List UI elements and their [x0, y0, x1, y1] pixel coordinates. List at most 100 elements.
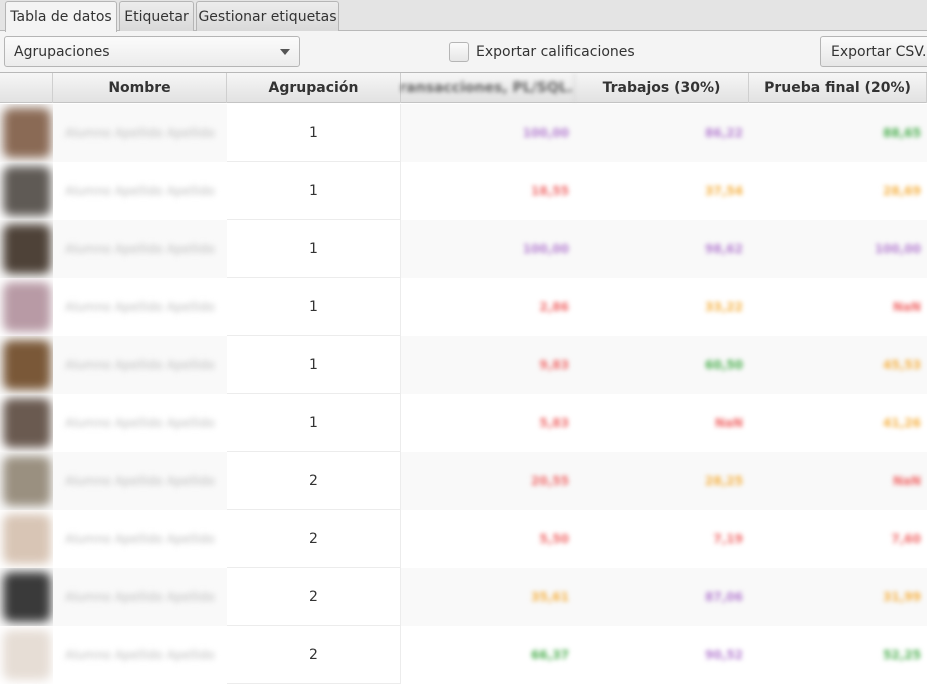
group-cell: 2 [227, 510, 401, 568]
avatar [3, 456, 51, 506]
avatar [3, 340, 51, 390]
grades-table: Nombre Agrupación Transacciones, PL/SQL.… [0, 72, 927, 686]
transacciones-score-cell: 5,83 [539, 416, 569, 430]
prueba-final-score-cell: 41,26 [883, 416, 921, 430]
column-header-nombre[interactable]: Nombre [53, 73, 227, 103]
student-name-cell: Alumno Apellido Apellido [65, 358, 215, 372]
table-header: Nombre Agrupación Transacciones, PL/SQL.… [0, 73, 927, 103]
column-header-agrupacion[interactable]: Agrupación [227, 73, 401, 103]
export-grades-label: Exportar calificaciones [476, 43, 635, 60]
avatar-cell [0, 336, 53, 394]
group-cell: 2 [227, 626, 401, 684]
avatar [3, 108, 51, 158]
avatar-cell [0, 452, 53, 510]
tab-tabla-de-datos[interactable]: Tabla de datos [5, 1, 117, 32]
trabajos-score-cell: 90,52 [705, 648, 743, 662]
trabajos-score-cell: 60,50 [705, 358, 743, 372]
student-name-cell: Alumno Apellido Apellido [65, 300, 215, 314]
tab-etiquetar[interactable]: Etiquetar [119, 1, 194, 31]
table-row[interactable]: Alumno Apellido Apellido 2 5,50 7,19 7,60 [0, 510, 927, 568]
avatar-cell [0, 626, 53, 684]
trabajos-score-cell: 37,54 [705, 184, 743, 198]
avatar [3, 224, 51, 274]
transacciones-score-cell: 18,55 [531, 184, 569, 198]
group-cell: 1 [227, 220, 401, 278]
prueba-final-score-cell: 28,69 [883, 184, 921, 198]
group-cell: 1 [227, 336, 401, 394]
avatar-cell [0, 220, 53, 278]
avatar-cell [0, 568, 53, 626]
avatar [3, 572, 51, 622]
tab-gestionar-etiquetas[interactable]: Gestionar etiquetas [196, 1, 339, 31]
transacciones-score-cell: 66,37 [531, 648, 569, 662]
prueba-final-score-cell: NaN [892, 300, 921, 314]
transacciones-score-cell: 100,00 [522, 126, 569, 140]
export-csv-button[interactable]: Exportar CSV... [820, 36, 927, 67]
prueba-final-score-cell: 7,60 [891, 532, 921, 546]
transacciones-score-cell: 20,55 [531, 474, 569, 488]
trabajos-score-cell: 28,25 [705, 474, 743, 488]
avatar-cell [0, 278, 53, 336]
trabajos-score-cell: NaN [714, 416, 743, 430]
prueba-final-score-cell: NaN [892, 474, 921, 488]
table-row[interactable]: Alumno Apellido Apellido 2 35,61 87,06 31,99 [0, 568, 927, 626]
student-name-cell: Alumno Apellido Apellido [65, 184, 215, 198]
export-grades-option[interactable]: Exportar calificaciones [449, 41, 635, 62]
student-name-cell: Alumno Apellido Apellido [65, 532, 215, 546]
column-header-avatar[interactable] [0, 73, 53, 103]
student-name-cell: Alumno Apellido Apellido [65, 590, 215, 604]
prueba-final-score-cell: 100,00 [874, 242, 921, 256]
avatar-cell [0, 104, 53, 162]
group-cell: 1 [227, 104, 401, 162]
prueba-final-score-cell: 52,25 [883, 648, 921, 662]
prueba-final-score-cell: 88,65 [883, 126, 921, 140]
toolbar: Agrupaciones Exportar calificaciones Exp… [0, 31, 927, 72]
transacciones-score-cell: 35,61 [531, 590, 569, 604]
prueba-final-score-cell: 45,53 [883, 358, 921, 372]
table-row[interactable]: Alumno Apellido Apellido 1 9,83 60,50 45,53 [0, 336, 927, 394]
avatar-cell [0, 394, 53, 452]
avatar [3, 514, 51, 564]
trabajos-score-cell: 86,22 [705, 126, 743, 140]
grouping-combobox[interactable]: Agrupaciones [4, 36, 300, 67]
column-header-prueba-final[interactable]: Prueba final (20%) [749, 73, 927, 103]
table-row[interactable]: Alumno Apellido Apellido 1 5,83 NaN 41,26 [0, 394, 927, 452]
avatar [3, 398, 51, 448]
chevron-down-icon[interactable] [280, 49, 290, 55]
table-row[interactable]: Alumno Apellido Apellido 1 100,00 98,62 100,… [0, 220, 927, 278]
group-cell: 1 [227, 278, 401, 336]
tab-bar: Tabla de datos Etiquetar Gestionar etiqu… [0, 0, 927, 32]
student-name-cell: Alumno Apellido Apellido [65, 242, 215, 256]
table-row[interactable]: Alumno Apellido Apellido 1 100,00 86,22 88,6… [0, 104, 927, 162]
table-row[interactable]: Alumno Apellido Apellido 1 2,86 33,22 NaN [0, 278, 927, 336]
group-cell: 2 [227, 568, 401, 626]
transacciones-score-cell: 2,86 [539, 300, 569, 314]
transacciones-score-cell: 9,83 [539, 358, 569, 372]
table-row[interactable]: Alumno Apellido Apellido 1 18,55 37,54 28,69 [0, 162, 927, 220]
group-cell: 1 [227, 162, 401, 220]
trabajos-score-cell: 98,62 [705, 242, 743, 256]
trabajos-score-cell: 87,06 [705, 590, 743, 604]
table-row[interactable]: Alumno Apellido Apellido 2 66,37 90,52 52,25 [0, 626, 927, 684]
student-name-cell: Alumno Apellido Apellido [65, 416, 215, 430]
column-header-trabajos[interactable]: Trabajos (30%) [575, 73, 749, 103]
avatar-cell [0, 162, 53, 220]
avatar [3, 166, 51, 216]
group-cell: 1 [227, 394, 401, 452]
student-name-cell: Alumno Apellido Apellido [65, 474, 215, 488]
table-row[interactable]: Alumno Apellido Apellido 2 20,55 28,25 NaN [0, 452, 927, 510]
avatar [3, 282, 51, 332]
trabajos-score-cell: 7,19 [713, 532, 743, 546]
avatar [3, 630, 51, 680]
prueba-final-score-cell: 31,99 [883, 590, 921, 604]
column-header-transacciones[interactable]: Transacciones, PL/SQL... [401, 73, 575, 103]
transacciones-score-cell: 5,50 [539, 532, 569, 546]
student-name-cell: Alumno Apellido Apellido [65, 126, 215, 140]
group-cell: 2 [227, 452, 401, 510]
student-name-cell: Alumno Apellido Apellido [65, 648, 215, 662]
grouping-combobox-value: Agrupaciones [14, 43, 110, 60]
trabajos-score-cell: 33,22 [705, 300, 743, 314]
avatar-cell [0, 510, 53, 568]
export-grades-checkbox[interactable] [449, 41, 469, 62]
transacciones-score-cell: 100,00 [522, 242, 569, 256]
